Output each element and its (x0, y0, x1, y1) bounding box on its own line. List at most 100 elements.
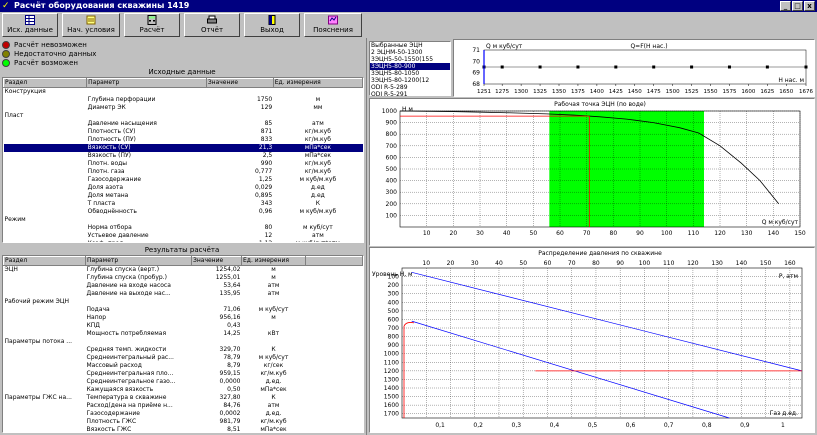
cell-section[interactable]: Режим (4, 216, 87, 224)
cell-parameter[interactable]: Газосодержание (86, 410, 192, 418)
cell-value[interactable] (206, 216, 273, 224)
cell-value[interactable]: 1750 (206, 96, 273, 104)
cell-value[interactable]: 1,25 (206, 176, 273, 184)
table-row[interactable]: Кажущаяся вязкость 0,50 мПа*сек (4, 386, 363, 394)
minimize-button[interactable]: _ (780, 1, 791, 11)
cell-section[interactable] (4, 330, 86, 338)
cell-parameter[interactable]: Вязкость (ПУ) (87, 152, 207, 160)
table-row[interactable]: Норма отбора 80 м куб/сут (4, 224, 363, 232)
close-button[interactable]: x (804, 1, 815, 11)
cell-section[interactable] (4, 96, 87, 104)
cell-section[interactable] (4, 120, 87, 128)
cell-unit[interactable]: д.ед (273, 192, 362, 200)
cell-parameter[interactable]: Давление на входе насоса (86, 282, 192, 290)
cell-unit[interactable]: м куб/сут*атм (273, 240, 362, 242)
table-row[interactable]: Газосодержание 1,25 м куб/м.куб (4, 176, 363, 184)
exit-button[interactable]: Выход (244, 13, 300, 37)
table-row[interactable]: Глубина перфорации 1750 м (4, 96, 363, 104)
table-row[interactable]: Среднеинтегральный рас... 78,79 м куб/сут (4, 354, 363, 362)
cell-value[interactable]: 327,80 (192, 394, 242, 402)
cell-section[interactable] (4, 168, 87, 176)
cell-value[interactable]: 990 (206, 160, 273, 168)
cell-parameter[interactable]: Обводнённость (87, 208, 207, 216)
table-row[interactable]: Обводнённость 0,96 м куб/м.куб (4, 208, 363, 216)
table-row[interactable]: Массовый расход 8,79 кг/сек (4, 362, 363, 370)
cell-section[interactable] (4, 410, 86, 418)
cell-unit[interactable]: кг/сек (242, 362, 306, 370)
table-row[interactable]: Рабочий режим ЭЦН (4, 298, 363, 306)
splitter[interactable] (366, 38, 367, 435)
input-data-grid[interactable]: Раздел Параметр Значение Ед. измерения К… (2, 77, 364, 243)
cell-parameter[interactable]: Плотность (ПУ) (87, 136, 207, 144)
table-row[interactable]: Диаметр ЭК 129 мм (4, 104, 363, 112)
pump-list-item[interactable]: Выбранные ЭЦН (370, 42, 450, 49)
cell-section[interactable] (4, 104, 87, 112)
cell-unit[interactable]: кг/м.куб (273, 136, 362, 144)
table-row[interactable]: КПД 0,43 (4, 322, 363, 330)
col-parameter[interactable]: Параметр (85, 256, 192, 266)
cell-unit[interactable]: м (242, 314, 306, 322)
cell-section[interactable] (4, 378, 86, 386)
cell-value[interactable]: 1,12 (206, 240, 273, 242)
table-row[interactable]: Плотн. газа 0,777 кг/м.куб (4, 168, 363, 176)
cell-unit[interactable] (242, 338, 306, 346)
table-row[interactable]: Давление на входе насоса 53,64 атм (4, 282, 363, 290)
cell-section[interactable] (4, 136, 87, 144)
cell-section[interactable] (4, 290, 86, 298)
cell-section[interactable] (4, 314, 86, 322)
table-row[interactable]: Среднеинтегральное газо... 0,0000 д.ед. (4, 378, 363, 386)
cell-unit[interactable]: кг/м.куб (273, 128, 362, 136)
cell-value[interactable]: 21,3 (206, 144, 274, 152)
cell-section[interactable]: Параметры потока ... (4, 338, 86, 346)
cell-value[interactable]: 14,25 (192, 330, 242, 338)
table-row[interactable]: Подача 71,06 м куб/сут (4, 306, 363, 314)
cell-value[interactable]: 956,16 (192, 314, 242, 322)
cell-parameter[interactable] (87, 88, 207, 97)
table-row[interactable]: Напор 956,16 м (4, 314, 363, 322)
cell-parameter[interactable]: Вязкость (СУ) (86, 144, 207, 152)
cell-section[interactable] (4, 200, 87, 208)
table-row[interactable]: Доля метана 0,895 д.ед (4, 192, 363, 200)
cell-unit[interactable]: м (242, 266, 306, 275)
cell-unit[interactable]: м (273, 96, 362, 104)
cell-value[interactable]: 8,79 (192, 362, 242, 370)
cell-unit[interactable]: атм (242, 402, 306, 410)
cell-unit[interactable]: атм (242, 282, 306, 290)
table-row[interactable]: Вязкость (ПУ) 2,5 мПа*сек (4, 152, 363, 160)
cell-parameter[interactable]: Среднеинтегральное газо... (86, 378, 192, 386)
cell-section[interactable] (4, 128, 87, 136)
table-row[interactable]: Плотн. воды 990 кг/м.куб (4, 160, 363, 168)
cell-section[interactable] (4, 418, 86, 426)
col-section[interactable]: Раздел (3, 78, 88, 88)
cell-parameter[interactable]: Давление на выходе нас... (86, 290, 192, 298)
cell-value[interactable]: 8,51 (192, 426, 242, 432)
cell-unit[interactable]: мПа*сек (242, 426, 306, 432)
cell-unit[interactable] (273, 88, 362, 97)
table-row[interactable]: Доля азота 0,029 д.ед (4, 184, 363, 192)
col-unit[interactable]: Ед. измерения (241, 256, 306, 266)
cell-value[interactable]: 53,64 (192, 282, 242, 290)
cell-section[interactable] (4, 354, 86, 362)
cell-parameter[interactable]: Кажущаяся вязкость (86, 386, 192, 394)
cell-value[interactable]: 2,5 (206, 152, 273, 160)
help-button[interactable]: Пояснения (304, 13, 362, 37)
cell-unit[interactable]: кг/м.куб (273, 168, 362, 176)
table-row[interactable]: Конструкция (4, 88, 363, 97)
cell-section[interactable] (4, 240, 87, 242)
cell-section[interactable] (3, 144, 87, 152)
cell-unit[interactable]: м куб/м.куб (273, 176, 362, 184)
cell-value[interactable]: 0,43 (192, 322, 242, 330)
table-row[interactable]: Плотность ГЖС 981,79 кг/м.куб (4, 418, 363, 426)
cell-unit[interactable]: кВт (242, 330, 306, 338)
cell-section[interactable] (4, 232, 87, 240)
cell-section[interactable]: Пласт (4, 112, 87, 120)
table-row[interactable]: Плотность (СУ) 871 кг/м.куб (4, 128, 363, 136)
cell-value[interactable]: 0,50 (192, 386, 242, 394)
table-row[interactable]: Газосодержание 0,0002 д.ед. (4, 410, 363, 418)
cell-parameter[interactable]: Глубина перфорации (87, 96, 207, 104)
table-row[interactable]: ЭЦН Глубина спуска (верт.) 1254,02 м (4, 266, 363, 275)
cell-unit[interactable]: д.ед. (242, 410, 306, 418)
cell-value[interactable] (192, 338, 242, 346)
pump-list-item[interactable]: 2 ЭЦНМ-50-1300 (370, 49, 450, 56)
cell-unit[interactable]: м куб/сут (242, 306, 306, 314)
